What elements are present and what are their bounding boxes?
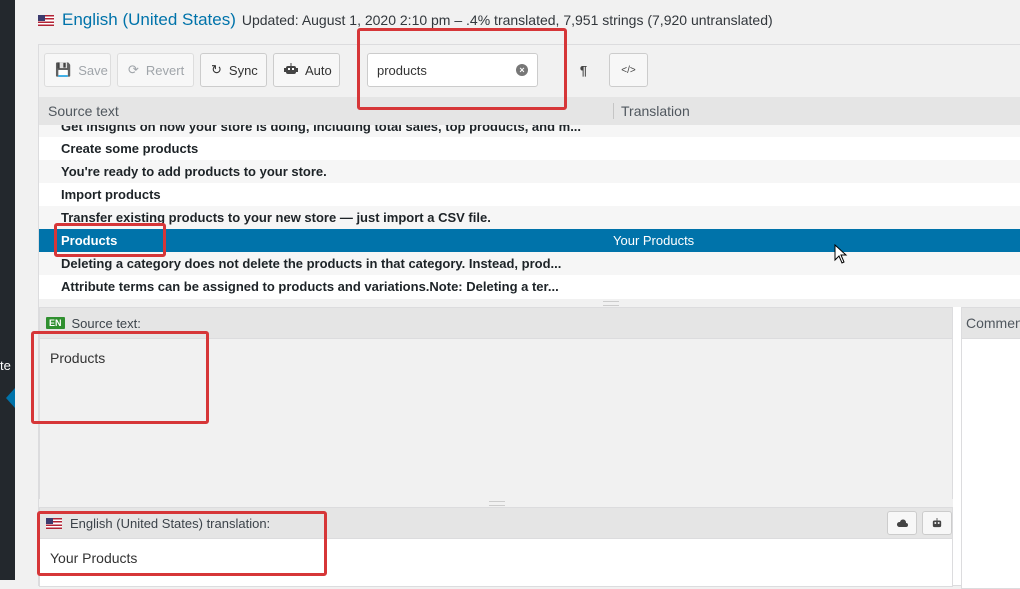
us-flag-icon	[46, 517, 62, 529]
toggle-code-view-button[interactable]: </>	[609, 53, 648, 87]
admin-sidebar-strip: te	[0, 0, 15, 580]
current-menu-arrow-icon	[6, 388, 15, 408]
search-box: ×	[367, 53, 538, 87]
comments-panel: Commen	[961, 307, 1020, 589]
page-header: English (United States) Updated: August …	[38, 8, 773, 32]
pilcrow-icon: ¶	[579, 62, 588, 78]
save-button[interactable]: 💾 Save	[44, 53, 111, 87]
sync-label: Sync	[228, 62, 258, 78]
string-row[interactable]: Import products	[39, 183, 1020, 206]
strings-list: Get insights on how your store is doing,…	[39, 125, 1020, 299]
translation-column-header[interactable]: Translation	[621, 103, 690, 119]
row-source: Deleting a category does not delete the …	[61, 256, 562, 271]
grip-icon	[603, 301, 619, 306]
save-label: Save	[78, 62, 108, 78]
clear-search-icon[interactable]: ×	[516, 64, 528, 76]
robot-icon	[284, 62, 298, 78]
comments-panel-header: Commen	[962, 308, 1020, 339]
source-text-panel: EN Source text: Products	[39, 307, 953, 507]
list-resize-handle[interactable]	[39, 299, 1020, 307]
translation-editor: 💾 Save ⟳ Revert ↻ Sync Auto × ¶ </> Sou	[38, 44, 1020, 589]
save-icon: 💾	[55, 62, 72, 77]
cloud-icon[interactable]	[887, 511, 917, 535]
string-row-selected[interactable]: Products Your Products	[39, 229, 1020, 252]
panel-resize-handle[interactable]	[39, 499, 953, 507]
row-source: Create some products	[61, 141, 199, 156]
row-source: Products	[61, 233, 118, 248]
string-row[interactable]: Deleting a category does not delete the …	[39, 252, 1020, 275]
admin-menu-partial-label[interactable]: te	[0, 358, 15, 373]
robot-icon[interactable]	[922, 511, 952, 535]
string-row[interactable]: Create some products	[39, 137, 1020, 160]
translation-panel-header: English (United States) translation:	[40, 508, 952, 539]
language-title[interactable]: English (United States)	[62, 10, 236, 30]
translation-stats: Updated: August 1, 2020 2:10 pm – .4% tr…	[241, 12, 773, 28]
string-row[interactable]: Get insights on how your store is doing,…	[39, 125, 1020, 137]
translation-text-field[interactable]: Your Products	[40, 539, 952, 577]
source-panel-title: Source text:	[71, 315, 141, 331]
row-source: Transfer existing products to your new s…	[61, 210, 491, 225]
revert-button[interactable]: ⟳ Revert	[117, 53, 194, 87]
grip-icon	[489, 501, 505, 506]
row-source: Import products	[61, 187, 161, 202]
source-panel-header: EN Source text:	[40, 308, 952, 339]
revert-label: Revert	[145, 62, 185, 78]
sync-icon: ↻	[211, 62, 222, 77]
sync-button[interactable]: ↻ Sync	[200, 53, 267, 87]
row-translation: Your Products	[613, 233, 695, 248]
column-headers: Source text Translation	[39, 97, 1020, 126]
string-row[interactable]: Attribute terms can be assigned to produ…	[39, 275, 1020, 298]
translation-panel: English (United States) translation: You…	[39, 507, 953, 587]
revert-icon: ⟳	[128, 62, 139, 77]
language-badge: EN	[46, 317, 65, 329]
auto-label: Auto	[305, 62, 332, 78]
toggle-invisibles-button[interactable]: ¶	[564, 53, 603, 87]
row-source: Attribute terms can be assigned to produ…	[61, 279, 559, 294]
source-column-header[interactable]: Source text	[48, 103, 119, 119]
row-source: You're ready to add products to your sto…	[61, 164, 327, 179]
string-row[interactable]: You're ready to add products to your sto…	[39, 160, 1020, 183]
search-input[interactable]	[377, 62, 516, 78]
row-source: Get insights on how your store is doing,…	[61, 125, 582, 134]
editor-toolbar: 💾 Save ⟳ Revert ↻ Sync Auto × ¶ </>	[39, 45, 1020, 98]
translation-panel-title: English (United States) translation:	[70, 515, 271, 531]
string-row[interactable]: Transfer existing products to your new s…	[39, 206, 1020, 229]
mouse-cursor-icon	[834, 244, 848, 264]
us-flag-icon	[38, 14, 54, 26]
code-icon: </>	[621, 64, 636, 76]
source-text: Products	[50, 350, 106, 366]
column-divider[interactable]	[613, 103, 614, 119]
auto-translate-button[interactable]: Auto	[273, 53, 340, 87]
